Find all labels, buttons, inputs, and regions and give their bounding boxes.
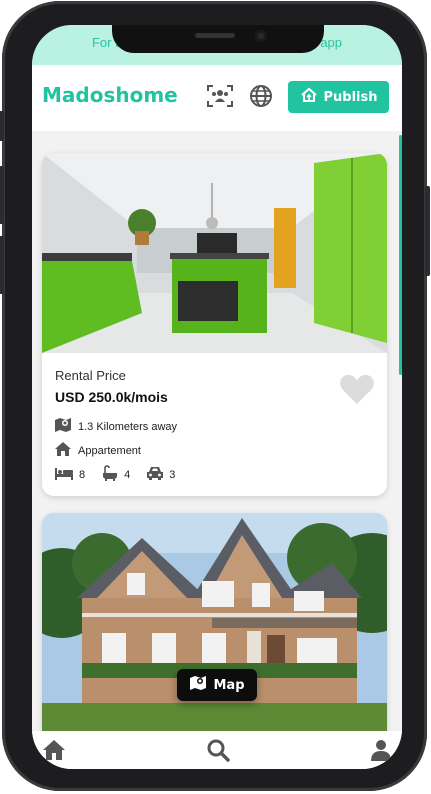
property-type: Appartement — [78, 444, 141, 457]
listing-feed[interactable]: Rental Price USD 250.0k/mois 1.3 Kilomet… — [32, 131, 402, 731]
mute-switch — [0, 111, 4, 141]
bath-icon — [101, 465, 119, 484]
type-row: Appartement — [54, 441, 141, 460]
app-header: Madoshome Publish — [32, 65, 402, 131]
price-value: USD 250.0k/mois — [55, 389, 168, 405]
globe-icon[interactable] — [247, 82, 275, 110]
volume-down-button — [0, 236, 4, 294]
phone-notch — [112, 25, 324, 53]
house-upload-icon — [300, 87, 318, 107]
distance-row: 1.3 Kilometers away — [54, 417, 177, 436]
car-icon — [146, 465, 164, 484]
phone-speaker — [195, 33, 235, 38]
bed-icon — [54, 466, 74, 483]
bottom-nav — [32, 731, 402, 769]
team-icon[interactable] — [206, 82, 234, 110]
baths-count: 4 — [124, 468, 131, 481]
cars-count: 3 — [169, 468, 176, 481]
power-button — [425, 186, 430, 276]
amenities-row: 8 4 3 — [54, 465, 175, 484]
map-icon — [189, 675, 207, 695]
phone-camera — [255, 30, 267, 42]
app-screen: For the best experience use the mobile a… — [32, 25, 402, 769]
map-button[interactable]: Map — [177, 669, 257, 701]
listing-photo-kitchen[interactable] — [42, 153, 387, 353]
user-icon[interactable] — [368, 737, 394, 763]
phone-frame: For the best experience use the mobile a… — [0, 1, 430, 791]
map-icon — [54, 417, 72, 436]
logo[interactable]: Madoshome — [42, 83, 178, 107]
volume-up-button — [0, 166, 4, 224]
search-icon[interactable] — [205, 737, 231, 763]
home-icon — [54, 441, 72, 460]
publish-button[interactable]: Publish — [288, 81, 389, 113]
map-label: Map — [213, 677, 245, 693]
scrollbar[interactable] — [399, 135, 402, 375]
beds-count: 8 — [79, 468, 86, 481]
heart-icon[interactable] — [339, 373, 375, 405]
listing-card[interactable]: Rental Price USD 250.0k/mois 1.3 Kilomet… — [42, 153, 387, 496]
price-label: Rental Price — [55, 368, 126, 383]
distance-text: 1.3 Kilometers away — [78, 420, 178, 433]
publish-label: Publish — [323, 89, 378, 105]
home-icon[interactable] — [41, 737, 67, 763]
